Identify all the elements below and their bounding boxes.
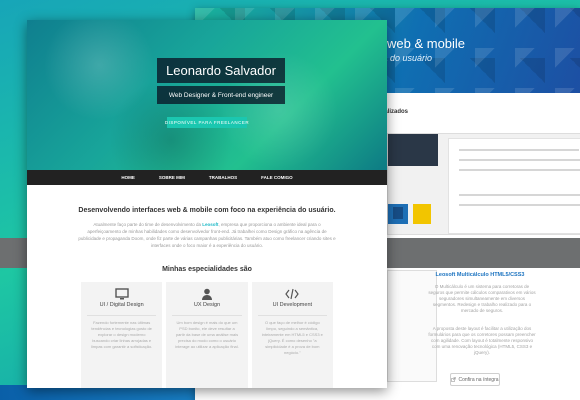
hero-role: Web Designer & Front-end engineer [157, 86, 285, 104]
screenshot-yellow-tile [413, 204, 431, 224]
specialty-card: UI Development O que faço de melhor é có… [251, 282, 333, 388]
hero-name: Leonardo Salvador [157, 58, 285, 83]
hero-section: Leonardo Salvador Web Designer & Front-e… [27, 20, 387, 170]
specialty-card: UI / Digital Design Fazendo fortemente n… [81, 282, 163, 388]
user-icon [200, 288, 214, 300]
nav-home[interactable]: HOME [121, 175, 135, 180]
intro-text: Atualmente faço parte do time de desenvo… [77, 221, 337, 249]
view-full-label: Confira na íntegra [458, 376, 499, 383]
main-nav: HOME SOBRE MIM TRABALHOS FALE COMIGO [27, 170, 387, 185]
specialties-title: Minhas especialidades são [162, 266, 252, 273]
specialty-title: UI / Digital Design [99, 302, 144, 308]
specialties-list: UI / Digital Design Fazendo fortemente n… [81, 282, 333, 388]
intro-title: Desenvolvendo interfaces web & mobile co… [78, 207, 336, 214]
screenshot-m-logo [393, 207, 403, 219]
product-description-1: O Multicálculo é um sistema para correto… [428, 284, 536, 313]
intro-text-before: Atualmente faço parte do time de desenvo… [93, 222, 203, 227]
portfolio-page-mockup: Leonardo Salvador Web Designer & Front-e… [27, 20, 387, 388]
back-hero-title: web & mobile [387, 36, 466, 51]
code-icon [285, 288, 300, 300]
specialty-divider [87, 315, 157, 316]
nav-contact[interactable]: FALE COMIGO [261, 175, 293, 180]
specialty-text: Fazendo fortemente nas últimas tendência… [90, 320, 153, 349]
specialty-title: UI Development [272, 302, 313, 308]
specialty-divider [257, 315, 327, 316]
company-link[interactable]: Leosoft [202, 222, 218, 227]
specialty-card: UX Design Um bom design é mais do que um… [166, 282, 248, 388]
project-screenshot[interactable] [387, 133, 580, 235]
specialty-text: O que faço de melhor é código limpo, seg… [261, 320, 323, 355]
monitor-icon [114, 288, 129, 300]
nav-about[interactable]: SOBRE MIM [159, 175, 185, 180]
specialty-text: Um bom design é mais do que um PSD bonit… [175, 320, 239, 349]
nav-works[interactable]: TRABALHOS [209, 175, 237, 180]
view-full-button[interactable]: Confira na íntegra [450, 373, 500, 386]
screenshot-page [448, 138, 580, 234]
specialty-title: UX Design [193, 302, 221, 308]
specialty-divider [172, 315, 242, 316]
freelancer-button[interactable]: DISPONÍVEL PARA FREELANCER [165, 117, 249, 128]
product-title: Leosoft Multicálculo HTML5/CSS3 [435, 272, 525, 278]
product-description-2: A proposta deste layout é facilitar a ut… [428, 326, 536, 355]
external-link-icon [451, 377, 457, 382]
screenshot-dark-block [388, 134, 438, 166]
